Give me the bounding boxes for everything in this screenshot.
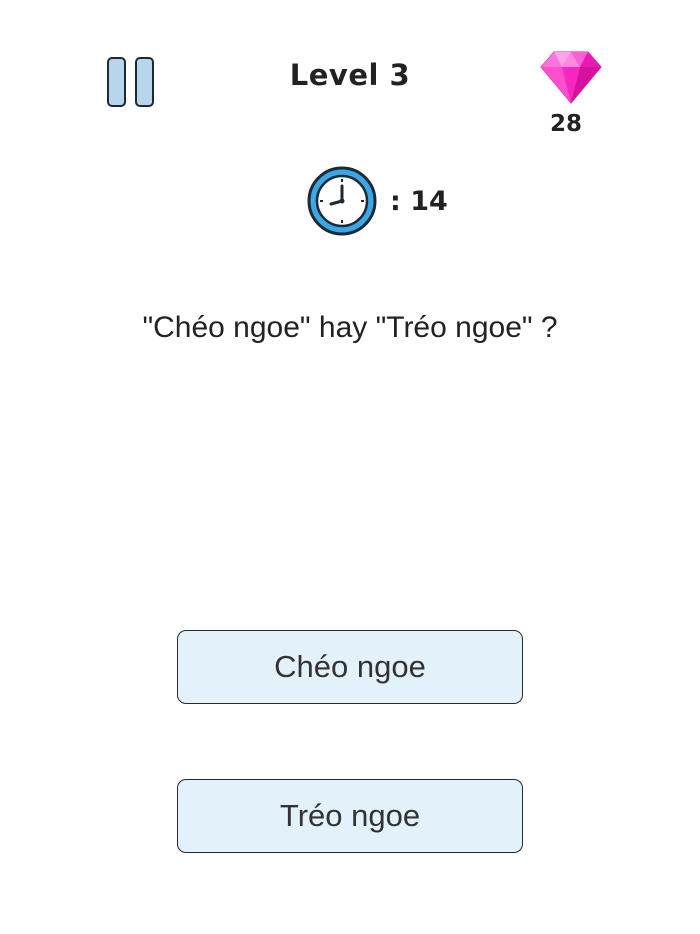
clock-icon [307,166,377,236]
gem-count: 28 [549,111,582,137]
timer-value: : 14 [390,185,448,217]
pause-icon-bar [135,57,154,107]
pause-button[interactable] [104,55,160,111]
answer-button-1[interactable]: Chéo ngoe [177,630,523,704]
timer: : 14 [306,165,448,237]
question-text: "Chéo ngoe" hay "Tréo ngoe" ? [142,311,558,344]
gem-icon [540,51,602,104]
pause-icon [107,57,126,107]
game-screen: Level 3 28 : 14 "Chéo ngoe" hay "Tréo ng… [0,0,700,934]
answer-button-2[interactable]: Tréo ngoe [177,779,523,853]
level-title: Level 3 [289,58,411,92]
